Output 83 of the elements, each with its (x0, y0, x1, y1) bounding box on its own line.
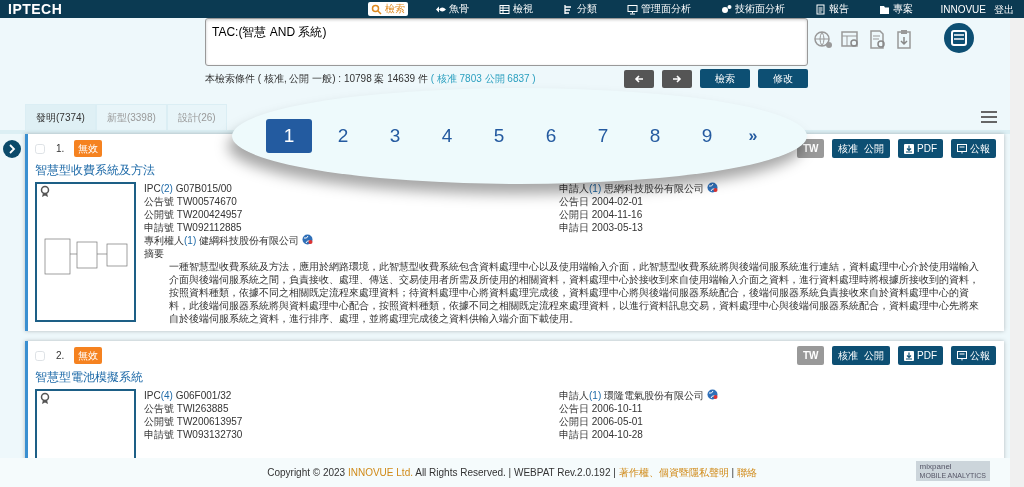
field-text: 公告號 TWI263885 (144, 402, 230, 415)
result-checkbox[interactable] (35, 143, 45, 154)
field-text: 公開號 TW200424957 (144, 208, 244, 221)
document-search-icon (867, 28, 888, 50)
status-label: 無效 (74, 140, 103, 157)
nav-item[interactable]: 魚骨 (432, 2, 473, 16)
nav-item[interactable]: 檢視 (496, 2, 537, 16)
page-link[interactable]: 1 (266, 119, 312, 153)
result-title[interactable]: 智慧型收費系統及方法 (35, 161, 155, 179)
field-text: 申請日 2004-10-28 (559, 428, 644, 441)
field-text: IPC(4) G06F001/32 (144, 389, 233, 402)
scrollbar[interactable] (1010, 18, 1024, 487)
pdf-button[interactable]: PDF (898, 346, 943, 365)
abstract-label: 摘要 (144, 247, 165, 260)
page-link[interactable]: 2 (317, 121, 369, 151)
folder-icon (879, 3, 891, 15)
page-link[interactable]: 9 (681, 121, 733, 151)
field-text: 申請號 TW092112885 (144, 221, 243, 234)
grid-icon (499, 3, 511, 15)
nav-item[interactable]: 報告 (812, 2, 853, 16)
country-label: TW (796, 346, 825, 365)
result-checkbox[interactable] (35, 350, 45, 361)
field-text: 公告日 2006-10-11 (559, 402, 644, 415)
field-text: 公告日 2004-02-01 (559, 195, 644, 208)
result-number: 2. (56, 349, 65, 363)
page-link[interactable]: 3 (369, 121, 421, 151)
monitor-icon (627, 3, 639, 15)
monitor-icon (957, 143, 967, 154)
document-icon (815, 3, 827, 15)
result-tab[interactable]: 發明(7374) (25, 104, 96, 130)
expand-icon[interactable] (3, 140, 21, 158)
field-text: 公開日 2006-05-01 (559, 415, 644, 428)
monitor-icon (957, 350, 967, 361)
result-number: 1. (56, 142, 65, 156)
globe-gear-icon (813, 28, 834, 50)
arrow-left-icon (634, 73, 644, 84)
action-button[interactable]: 檢索 (700, 69, 750, 88)
save-icon[interactable] (943, 22, 975, 54)
pdf-button[interactable]: PDF (898, 139, 943, 158)
status-label: 無效 (74, 347, 103, 364)
page-link[interactable]: 8 (629, 121, 681, 151)
arrow-right-icon (672, 73, 682, 84)
previous-button[interactable] (624, 69, 654, 88)
next-page-link[interactable]: » (733, 124, 773, 148)
globe-icon (302, 234, 313, 245)
nav-item[interactable]: 分類 (560, 2, 601, 16)
field-text: 申請日 2003-05-13 (559, 221, 644, 234)
download-icon (904, 350, 914, 361)
nav-item[interactable]: 技術面分析 (718, 2, 789, 16)
nav-item[interactable]: 專案 (876, 2, 917, 16)
next-button[interactable] (662, 69, 692, 88)
table-search-icon (840, 28, 861, 50)
gazette-button[interactable]: 公報 (951, 346, 996, 365)
logo: IPTECH (8, 0, 64, 19)
kind-button[interactable]: 核准 公開 (832, 139, 890, 158)
field-text: IPC(2) G07B015/00 (144, 182, 233, 195)
nav-item[interactable]: 管理面分析 (624, 2, 695, 16)
gazette-button[interactable]: 公報 (951, 139, 996, 158)
user-name: INNOVUE (940, 2, 986, 17)
query-field[interactable]: TAC:(智慧 AND 系統) (205, 18, 808, 66)
page-link[interactable]: 7 (577, 121, 629, 151)
copyright-text: Copyright © 2023 INNOVUE Ltd. All Rights Reserved. | WEBPAT Rev.2.0.192 | 著作權、個資暨隱私聲明 | 聯絡 (267, 466, 757, 480)
field-text: 公告號 TW00574670 (144, 195, 238, 208)
field-text: 申請號 TW093132730 (144, 428, 244, 441)
patent-drawing[interactable] (35, 182, 136, 322)
menu-icon[interactable] (980, 110, 998, 124)
search-icon (371, 3, 383, 15)
logout-link[interactable]: 登出 (994, 1, 1014, 17)
field-text: 公開日 2004-11-16 (559, 208, 644, 221)
kind-button[interactable]: 核准 公開 (832, 346, 890, 365)
search-summary: 本檢索條件 ( 核准, 公開 一般) : 10798 案 14639 件 ( 核准 7803 公開 6837 ) (205, 72, 536, 86)
page-link[interactable]: 5 (473, 121, 525, 151)
page-link[interactable]: 6 (525, 121, 577, 151)
field-text: 專利權人(1) 健綱科技股份有限公司 (144, 234, 996, 247)
download-icon (904, 143, 914, 154)
result-title[interactable]: 智慧型電池模擬系統 (35, 368, 143, 386)
action-button[interactable]: 修改 (758, 69, 808, 88)
abstract-text: 一種智慧型收費系統及方法，應用於網路環境，此智慧型收費系統包含資料處理中心以及使用端輸入介面，此智慧型收費系統將與後端伺服系統進行連結，資料處理中心介於使用端輸入介面與後端伺服系統之間，負責接收、處理、傳送、交易使用者所需及所使用的相關資料，資料處理中心於接收到來自使用端輸入介面之資料，進行資料處理時將根據所接收到的資料，按照資料種類，依據不同之相關既定流程來處理資料；待資料處理中心將資料處理完成後，資料處理中心將與後端伺服器系統配合，後端伺服器系統負責接收來自於資料處理中心的資料，此後端伺服器系統將與資料處理中心配合，按照資料種類，依據不同之相關既定流程來處理資料，以進行資料訊息交易，資料處理中心與後端伺服器系統配合，資料處理中心先將來自於後端伺服系統之資料，進行排序、處理，並將處理完成後之資料供輸入端介面下載使用。 (168, 260, 980, 325)
field-text: 申請人(1) 思網科技股份有限公司 (559, 182, 718, 195)
page-link[interactable]: 4 (421, 121, 473, 151)
field-text: 申請人(1) 環隆電氣股份有限公司 (559, 389, 718, 402)
gears-icon (721, 3, 733, 15)
field-text: 公開號 TW200613957 (144, 415, 244, 428)
